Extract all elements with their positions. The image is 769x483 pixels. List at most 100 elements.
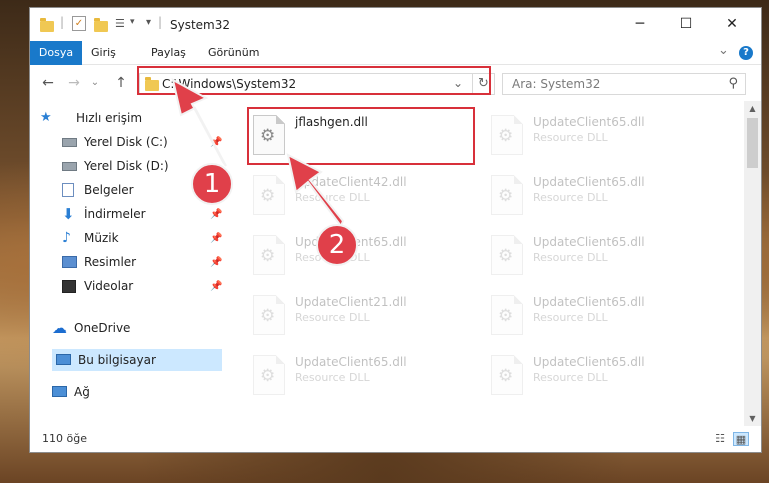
search-input[interactable]: Ara: System32 xyxy=(512,77,600,91)
tab-file[interactable]: Dosya xyxy=(30,41,82,65)
pin-icon: 📌 xyxy=(210,257,223,268)
gear-icon: ⚙ xyxy=(260,306,276,326)
file-item[interactable]: ⚙ UpdateClient21.dll Resource DLL xyxy=(249,291,479,341)
new-folder-icon[interactable] xyxy=(94,18,108,32)
tab-share[interactable]: Paylaş xyxy=(151,41,186,65)
file-type: Resource DLL xyxy=(295,311,370,324)
file-name: UpdateClient65.dll xyxy=(533,175,645,189)
tab-view[interactable]: Görünüm xyxy=(208,41,259,65)
dll-file-icon: ⚙ xyxy=(253,355,285,395)
network-icon xyxy=(52,386,67,397)
download-icon: ⬇ xyxy=(62,205,75,223)
pin-icon: 📌 xyxy=(210,137,223,148)
large-icons-view-icon[interactable]: ▦ xyxy=(733,432,749,446)
gear-icon: ⚙ xyxy=(498,366,514,386)
explorer-window: | ✓ ☰ ▾ ▾ | System32 ─ ☐ ✕ Dosya Giriş P… xyxy=(29,7,762,453)
gear-icon: ⚙ xyxy=(498,306,514,326)
file-item[interactable]: ⚙ UpdateClient65.dll Resource DLL xyxy=(487,291,717,341)
customize-toolbar-icon[interactable]: ▾ xyxy=(146,17,151,28)
gear-icon: ⚙ xyxy=(498,186,514,206)
gear-icon: ⚙ xyxy=(498,126,514,146)
step-1-badge: 1 xyxy=(191,163,233,205)
gear-icon: ⚙ xyxy=(498,246,514,266)
address-row: ← → ⌄ ↑ C:\Windows\System32 ⌄ ↻ Ara: Sys… xyxy=(30,65,761,101)
file-item[interactable]: ⚙ UpdateClient65.dll Resource DLL xyxy=(249,231,479,281)
chevron-down-icon[interactable]: ▾ xyxy=(130,17,135,27)
dll-file-icon: ⚙ xyxy=(253,115,285,155)
help-icon[interactable]: ? xyxy=(739,46,753,60)
maximize-button[interactable]: ☐ xyxy=(663,8,709,41)
file-item[interactable]: ⚙ UpdateClient65.dll Resource DLL xyxy=(487,351,717,401)
file-item[interactable]: ⚙ UpdateClient65.dll Resource DLL xyxy=(487,171,717,221)
recent-locations-button[interactable]: ⌄ xyxy=(85,73,105,93)
file-type: Resource DLL xyxy=(533,191,608,204)
file-name: UpdateClient65.dll xyxy=(533,355,645,369)
music-icon: ♪ xyxy=(62,230,71,246)
file-name: UpdateClient65.dll xyxy=(533,295,645,309)
forward-button[interactable]: → xyxy=(64,73,84,93)
window-title: System32 xyxy=(170,18,231,32)
dll-file-icon: ⚙ xyxy=(491,295,523,335)
details-view-icon[interactable]: ☷ xyxy=(712,432,728,446)
ribbon-collapse-icon[interactable]: ⌄ xyxy=(718,43,729,58)
up-button[interactable]: ↑ xyxy=(111,73,131,93)
file-item[interactable]: ⚙ UpdateClient65.dll Resource DLL xyxy=(249,351,479,401)
star-icon: ★ xyxy=(40,110,52,125)
separator: | xyxy=(60,15,65,29)
documents-icon xyxy=(62,183,74,197)
file-item[interactable]: ⚙ UpdateClient65.dll Resource DLL xyxy=(487,231,717,281)
quick-access-toolbar-icon[interactable]: ☰ xyxy=(115,17,125,30)
gear-icon: ⚙ xyxy=(260,186,276,206)
back-button[interactable]: ← xyxy=(38,73,58,93)
sidebar-item-label: Yerel Disk (D:) xyxy=(84,159,169,173)
title-bar: | ✓ ☰ ▾ ▾ | System32 ─ ☐ ✕ xyxy=(30,8,761,41)
pin-icon: 📌 xyxy=(210,281,223,292)
sidebar-item-label: Hızlı erişim xyxy=(76,111,143,125)
drive-icon xyxy=(62,138,77,147)
file-type: Resource DLL xyxy=(533,251,608,264)
sidebar-item-label: OneDrive xyxy=(74,321,131,335)
file-name: jflashgen.dll xyxy=(295,115,368,129)
pictures-icon xyxy=(62,256,77,268)
file-name: UpdateClient21.dll xyxy=(295,295,407,309)
file-type: Resource DLL xyxy=(533,311,608,324)
folder-icon xyxy=(40,18,54,32)
sidebar-item-label: Resimler xyxy=(84,255,137,269)
cloud-icon: ☁ xyxy=(52,319,67,337)
file-name: UpdateClient65.dll xyxy=(533,235,645,249)
search-icon[interactable]: ⚲ xyxy=(728,76,738,91)
close-button[interactable]: ✕ xyxy=(709,8,755,41)
tab-home[interactable]: Giriş xyxy=(91,41,116,65)
properties-icon[interactable]: ✓ xyxy=(72,16,86,31)
file-type: Resource DLL xyxy=(295,191,370,204)
address-path[interactable]: C:\Windows\System32 xyxy=(162,77,296,91)
search-box[interactable]: Ara: System32 ⚲ xyxy=(502,73,746,95)
file-item-jflashgen[interactable]: ⚙ jflashgen.dll xyxy=(249,111,479,161)
sidebar-item-label: Ağ xyxy=(74,385,90,399)
computer-icon xyxy=(56,354,71,365)
file-item[interactable]: ⚙ UpdateClient65.dll Resource DLL xyxy=(487,111,717,161)
navigation-pane: ★ Hızlı erişim Yerel Disk (C:) 📌 Yerel D… xyxy=(30,101,225,426)
dll-file-icon: ⚙ xyxy=(491,235,523,275)
dll-file-icon: ⚙ xyxy=(491,115,523,155)
folder-icon xyxy=(145,77,159,91)
scroll-thumb[interactable] xyxy=(747,118,758,168)
file-list: ⚙ jflashgen.dll ⚙ UpdateClient65.dll Res… xyxy=(225,101,745,426)
vertical-scrollbar[interactable]: ▲ ▼ xyxy=(744,101,761,426)
address-dropdown-icon[interactable]: ⌄ xyxy=(453,76,463,90)
step-2-badge: 2 xyxy=(316,224,358,266)
refresh-button[interactable]: ↻ xyxy=(472,74,494,94)
dll-file-icon: ⚙ xyxy=(491,175,523,215)
file-item[interactable]: ⚙ UpdateClient42.dll Resource DLL xyxy=(249,171,479,221)
file-type: Resource DLL xyxy=(533,371,608,384)
scroll-down-arrow[interactable]: ▼ xyxy=(744,411,761,426)
sidebar-item-label: Bu bilgisayar xyxy=(78,353,156,367)
gear-icon: ⚙ xyxy=(260,366,276,386)
scroll-up-arrow[interactable]: ▲ xyxy=(744,101,761,116)
address-bar[interactable]: C:\Windows\System32 ⌄ ↻ xyxy=(139,73,495,95)
drive-icon xyxy=(62,162,77,171)
sidebar-item-label: Belgeler xyxy=(84,183,134,197)
file-name: UpdateClient65.dll xyxy=(533,115,645,129)
videos-icon xyxy=(62,280,76,293)
minimize-button[interactable]: ─ xyxy=(617,8,663,41)
